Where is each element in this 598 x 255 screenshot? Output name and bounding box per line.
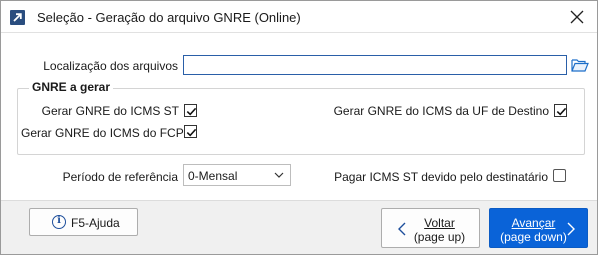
location-input[interactable] bbox=[183, 55, 567, 75]
close-icon bbox=[570, 10, 584, 24]
check-icon bbox=[186, 107, 197, 116]
gnre-group-legend: GNRE a gerar bbox=[29, 80, 114, 94]
icms-fcp-checkbox[interactable] bbox=[184, 125, 197, 138]
next-button[interactable]: Avançar (page down) bbox=[489, 208, 588, 248]
icms-uf-destino-label: Gerar GNRE do ICMS da UF de Destino bbox=[333, 104, 549, 118]
chevron-right-icon bbox=[567, 222, 575, 236]
window-title: Seleção - Geração do arquivo GNRE (Onlin… bbox=[37, 10, 301, 25]
help-button[interactable]: i F5-Ajuda bbox=[29, 208, 138, 236]
period-label: Período de referência bbox=[62, 170, 178, 184]
folder-open-icon[interactable] bbox=[571, 57, 589, 73]
icms-fcp-label: Gerar GNRE do ICMS do FCP bbox=[21, 126, 184, 140]
dialog-window: Seleção - Geração do arquivo GNRE (Onlin… bbox=[0, 0, 598, 255]
help-button-label: F5-Ajuda bbox=[71, 216, 120, 230]
info-icon: i bbox=[52, 215, 66, 229]
chevron-down-icon bbox=[274, 172, 284, 178]
back-button-label: Voltar bbox=[424, 216, 455, 230]
gnre-groupbox bbox=[17, 88, 585, 155]
back-button-shortcut: (page up) bbox=[413, 230, 466, 244]
icms-uf-destino-checkbox[interactable] bbox=[554, 104, 567, 117]
back-button[interactable]: Voltar (page up) bbox=[381, 208, 480, 248]
close-button[interactable] bbox=[567, 7, 587, 27]
location-label: Localização dos arquivos bbox=[43, 59, 178, 73]
period-select[interactable]: 0-Mensal bbox=[183, 164, 291, 186]
title-bar: Seleção - Geração do arquivo GNRE (Onlin… bbox=[1, 1, 597, 33]
check-icon bbox=[556, 107, 567, 116]
check-icon bbox=[186, 128, 197, 137]
pay-st-checkbox[interactable] bbox=[553, 169, 566, 182]
app-arrow-icon bbox=[10, 10, 25, 25]
next-button-label: Avançar bbox=[511, 216, 556, 230]
icms-st-label: Gerar GNRE do ICMS ST bbox=[41, 104, 179, 118]
icms-st-checkbox[interactable] bbox=[184, 104, 197, 117]
period-select-value: 0-Mensal bbox=[188, 169, 238, 183]
pay-st-label: Pagar ICMS ST devido pelo destinatário bbox=[334, 170, 548, 184]
